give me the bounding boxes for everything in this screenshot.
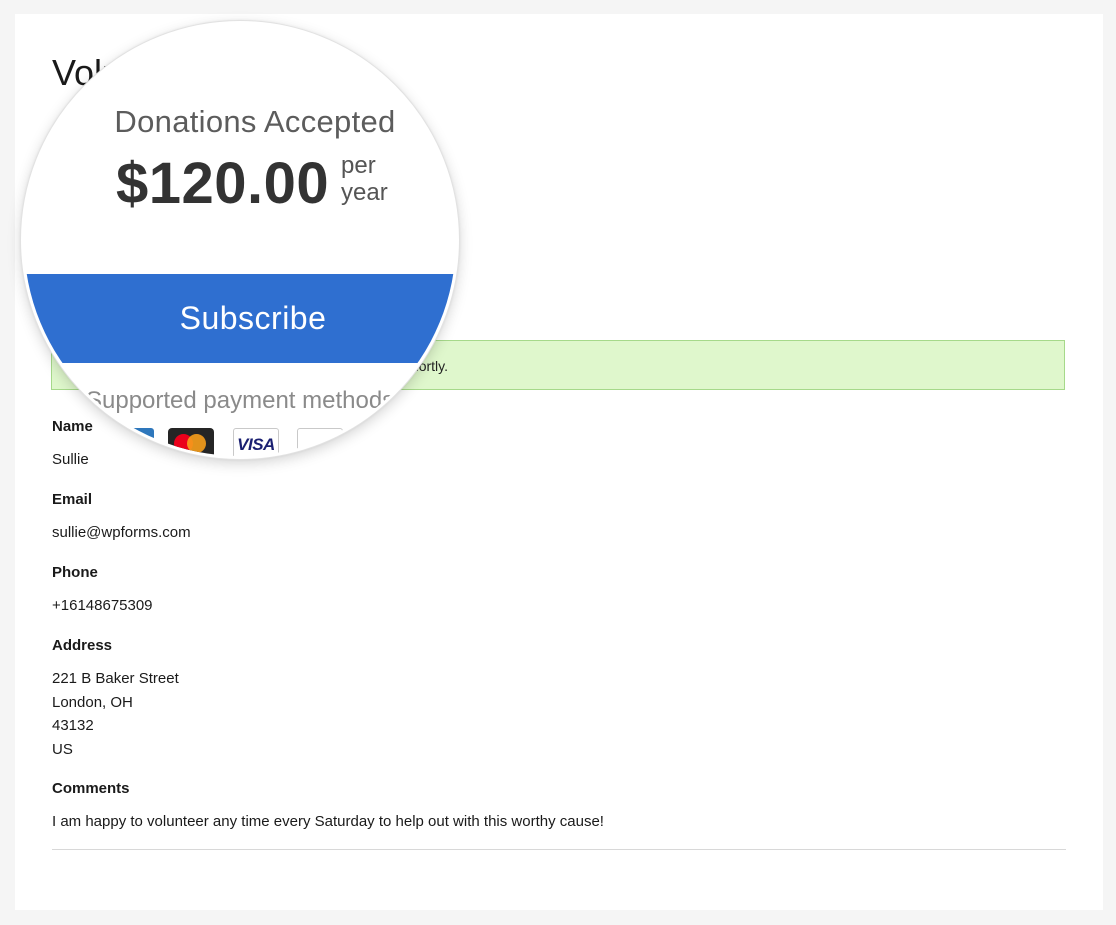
- address-line: US: [52, 740, 73, 758]
- field-comments: Comments I am happy to volunteer any tim…: [52, 780, 604, 834]
- address-line: 43132: [52, 717, 94, 734]
- field-label: Address: [52, 637, 113, 654]
- field-label: Email: [52, 491, 93, 508]
- google-pay-icon: G Pay: [297, 428, 343, 456]
- field-phone: Phone +16148675309: [52, 564, 153, 618]
- visa-icon: VISA: [233, 428, 279, 456]
- subscribe-button[interactable]: Subscribe: [24, 274, 456, 363]
- donation-price: $120.00: [116, 151, 330, 216]
- field-value: sullie@wpforms.com: [52, 524, 191, 541]
- field-address: Address 221 B Baker Street London, OH 43…: [52, 637, 179, 761]
- donation-heading: Donations Accepted: [114, 104, 396, 139]
- payment-methods-label: Supported payment methods: [86, 387, 395, 414]
- donation-period: per year: [341, 152, 388, 206]
- magnifier-lens: Donations Accepted $120.00 per year Subs…: [21, 21, 459, 459]
- address-line: London, OH: [52, 693, 133, 711]
- field-email: Email sullie@wpforms.com: [52, 491, 191, 545]
- visa-icon-text: VISA: [237, 435, 275, 454]
- amex-icon: AMEX: [108, 428, 154, 456]
- field-value: +16148675309: [52, 597, 153, 614]
- amex-icon-text: AMEX: [116, 435, 150, 447]
- field-label: Comments: [52, 780, 130, 797]
- field-label: Phone: [52, 564, 98, 581]
- address-line: 221 B Baker Street: [52, 670, 179, 687]
- magnifier-content: Donations Accepted $120.00 per year Subs…: [24, 24, 456, 456]
- field-value: I am happy to volunteer any time every S…: [52, 813, 604, 830]
- mastercard-yellow-circle: [187, 434, 206, 453]
- address-value: 221 B Baker Street London, OH 43132 US: [52, 667, 179, 761]
- divider: [52, 849, 1066, 850]
- mastercard-icon: [168, 428, 214, 456]
- subscribe-label: Subscribe: [179, 300, 327, 336]
